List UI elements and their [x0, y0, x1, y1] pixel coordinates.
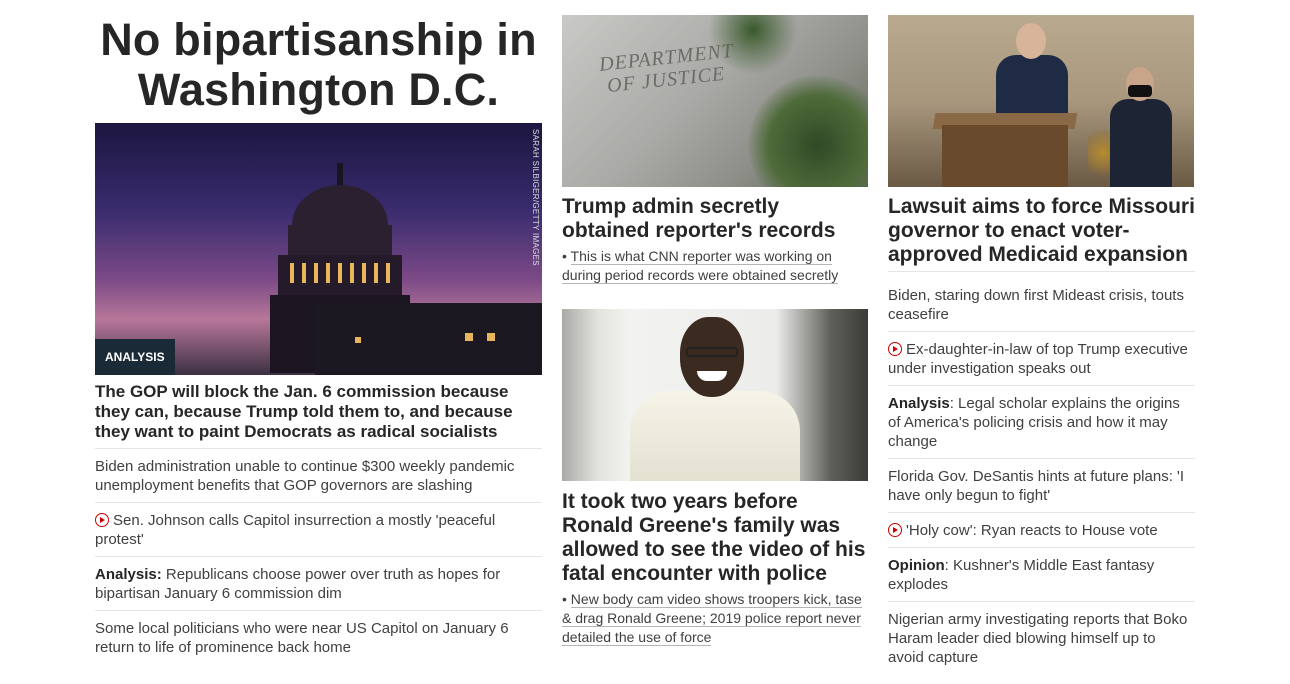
card-related-link[interactable]: • This is what CNN reporter was working … — [562, 247, 868, 285]
face-mask — [1128, 85, 1152, 97]
building-wing-illustration — [315, 303, 542, 375]
official-figure — [1110, 99, 1172, 187]
lead-story-link[interactable]: The GOP will block the Jan. 6 commission… — [95, 382, 542, 449]
glasses-shape — [686, 347, 738, 357]
video-play-icon — [888, 342, 902, 356]
image-credit: SARAH SILBIGER/GETTY IMAGES — [531, 129, 540, 266]
list-item-text: Florida Gov. DeSantis hints at future pl… — [888, 468, 1185, 504]
shirt-shape — [630, 391, 800, 481]
list-item[interactable]: Biden, staring down first Mideast crisis… — [888, 278, 1195, 332]
podium — [942, 125, 1068, 187]
card-title[interactable]: Lawsuit aims to force Missouri governor … — [888, 195, 1195, 272]
right-column: Lawsuit aims to force Missouri governor … — [888, 15, 1195, 674]
list-item[interactable]: 'Holy cow': Ryan reacts to House vote — [888, 513, 1195, 548]
card-related-link-text: This is what CNN reporter was working on… — [562, 248, 839, 284]
list-item-prefix: Opinion — [888, 557, 945, 574]
list-item[interactable]: Biden administration unable to continue … — [95, 449, 542, 503]
list-item[interactable]: Nigerian army investigating reports that… — [888, 602, 1195, 674]
list-item[interactable]: Sen. Johnson calls Capitol insurrection … — [95, 503, 542, 557]
foliage-decoration — [748, 75, 868, 187]
list-item-text: Sen. Johnson calls Capitol insurrection … — [95, 512, 496, 548]
main-story-column: No bipartisanship in Washington D.C. SAR… — [95, 15, 542, 664]
capitol-image[interactable]: SARAH SILBIGER/GETTY IMAGES ANALYSIS — [95, 123, 542, 375]
list-item-text: 'Holy cow': Ryan reacts to House vote — [906, 522, 1158, 539]
list-item-text: Biden, staring down first Mideast crisis… — [888, 287, 1184, 323]
card-related-link-text: New body cam video shows troopers kick, … — [562, 591, 862, 646]
list-item[interactable]: Analysis: Legal scholar explains the ori… — [888, 386, 1195, 459]
list-item[interactable]: Analysis: Republicans choose power over … — [95, 557, 542, 611]
list-item-prefix: Analysis: — [95, 566, 162, 583]
card-related-link[interactable]: • New body cam video shows troopers kick… — [562, 590, 868, 647]
list-item[interactable]: Opinion: Kushner's Middle East fantasy e… — [888, 548, 1195, 602]
list-item[interactable]: Ex-daughter-in-law of top Trump executiv… — [888, 332, 1195, 386]
missouri-governor-image[interactable] — [888, 15, 1194, 187]
analysis-badge: ANALYSIS — [95, 339, 175, 375]
list-item-text: Biden administration unable to continue … — [95, 458, 515, 494]
head-shape — [680, 317, 744, 397]
card-title[interactable]: Trump admin secretly obtained reporter's… — [562, 195, 868, 243]
list-item-text: Nigerian army investigating reports that… — [888, 611, 1188, 666]
list-item-text: Some local politicians who were near US … — [95, 620, 509, 656]
video-play-icon — [95, 513, 109, 527]
middle-column: DEPARTMENT OF JUSTICE Trump admin secret… — [562, 15, 868, 647]
ronald-greene-image[interactable] — [562, 309, 868, 481]
list-item-prefix: Analysis — [888, 395, 950, 412]
list-item[interactable]: Florida Gov. DeSantis hints at future pl… — [888, 459, 1195, 513]
list-item[interactable]: Some local politicians who were near US … — [95, 611, 542, 664]
governor-head — [1016, 23, 1046, 59]
justice-department-image[interactable]: DEPARTMENT OF JUSTICE — [562, 15, 868, 187]
section-headline[interactable]: No bipartisanship in Washington D.C. — [95, 15, 542, 115]
card-title[interactable]: It took two years before Ronald Greene's… — [562, 490, 868, 586]
list-item-text: Ex-daughter-in-law of top Trump executiv… — [888, 341, 1188, 377]
video-play-icon — [888, 523, 902, 537]
